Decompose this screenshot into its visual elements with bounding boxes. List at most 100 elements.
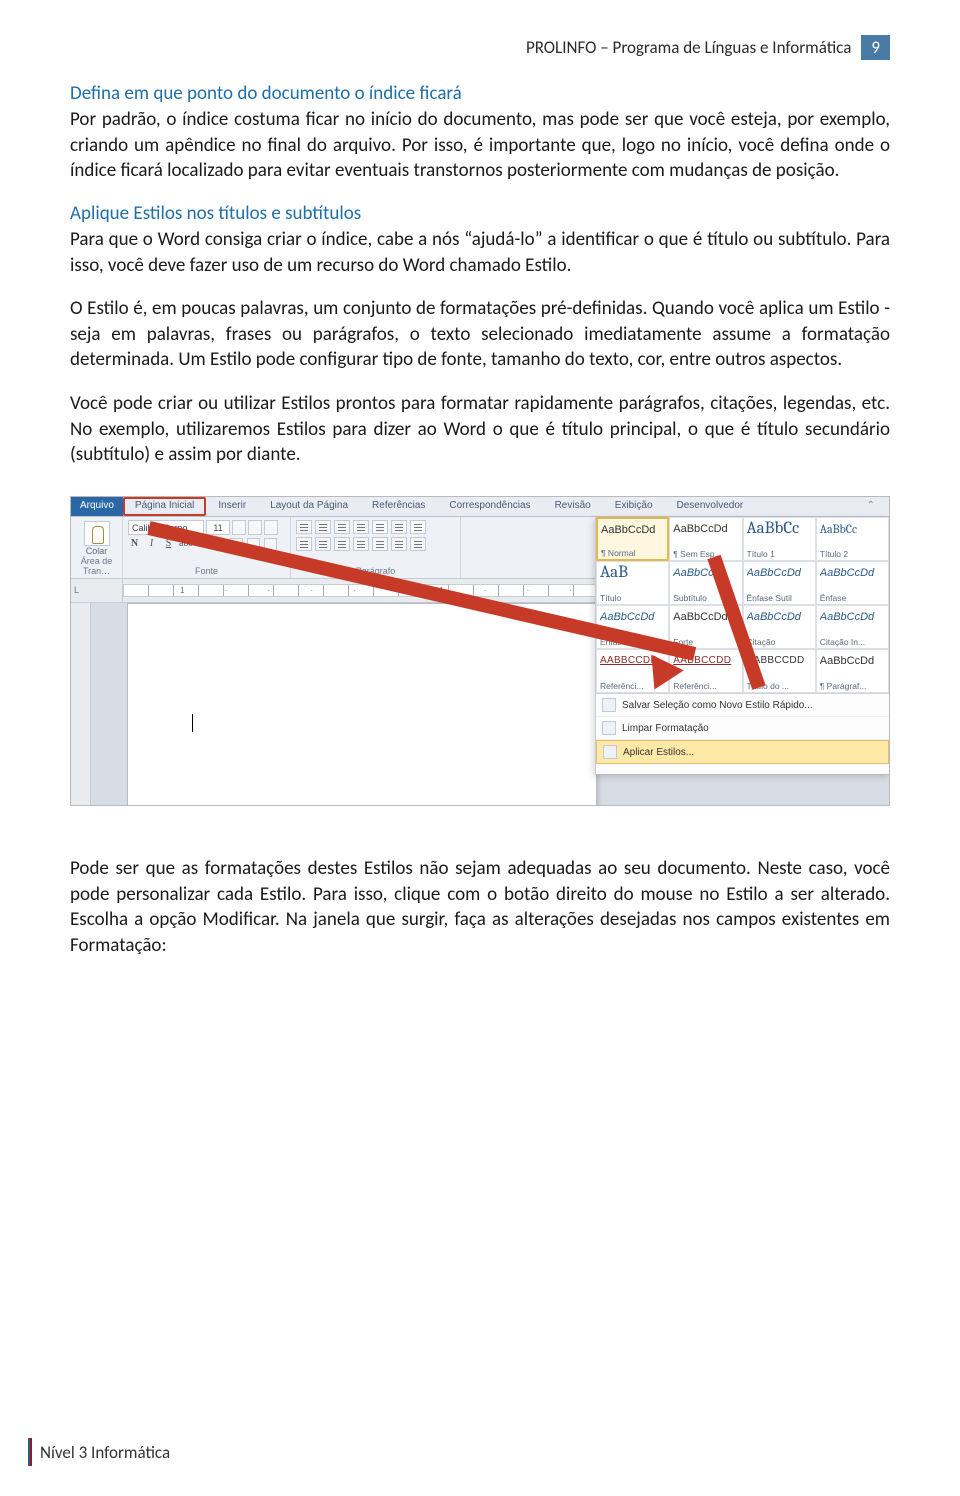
section-2-p1: Para que o Word consiga criar o índice, … — [70, 227, 890, 278]
menu-save-selection-label: Salvar Seleção como Novo Estilo Rápido..… — [622, 700, 813, 711]
tab-review[interactable]: Revisão — [543, 497, 603, 516]
style-preview: AaBbCcDd — [747, 564, 812, 582]
tab-view[interactable]: Exibição — [603, 497, 665, 516]
group-clipboard-label: Área de Tran… — [76, 556, 117, 578]
style-preview: AaBbCcDd — [673, 608, 738, 626]
style-cell[interactable]: AaBbCcDd¶ Parágraf... — [816, 649, 889, 693]
section-heading-1: Defina em que ponto do documento o índic… — [70, 82, 890, 105]
text-effects-icon[interactable] — [230, 538, 243, 553]
style-label: Referênci... — [673, 681, 738, 691]
style-cell[interactable]: AaBbCcDd Ênfase Sutil — [743, 561, 816, 605]
tab-mailings[interactable]: Correspondências — [437, 497, 542, 516]
tab-home[interactable]: Página Inicial — [123, 497, 206, 516]
strike-button[interactable]: abe — [179, 538, 192, 553]
justify-icon[interactable] — [353, 537, 369, 551]
align-left-icon[interactable] — [296, 537, 312, 551]
style-cell[interactable]: AaBbCcDd Ênfase Int... — [596, 605, 669, 649]
menu-apply-styles[interactable]: Aplicar Estilos... — [596, 740, 889, 764]
style-cell[interactable]: AABBCCDD Título do ... — [743, 649, 816, 693]
style-label: ¶ Parágraf... — [820, 681, 885, 691]
style-cell[interactable]: AaBbCcDd¶ Sem Esp... — [669, 517, 742, 561]
style-preview: AaBbCcDd — [600, 608, 665, 626]
save-style-icon — [602, 698, 616, 712]
menu-save-selection[interactable]: Salvar Seleção como Novo Estilo Rápido..… — [596, 694, 889, 717]
style-label: Ênfase — [820, 593, 885, 603]
page-number: 9 — [861, 35, 890, 60]
font-name-combo[interactable]: Calibri (Corpo — [128, 520, 204, 535]
align-center-icon[interactable] — [315, 537, 331, 551]
change-case-icon[interactable] — [264, 520, 278, 535]
clear-format-icon — [602, 721, 616, 735]
shading-icon[interactable] — [391, 537, 407, 551]
font-size-combo[interactable]: 11 — [206, 520, 230, 535]
subscript-button[interactable]: x₂ — [196, 538, 209, 553]
style-cell[interactable]: AaBbCc.Subtítulo — [669, 561, 742, 605]
footer-accent-bar — [28, 1438, 32, 1466]
style-preview: AABBCCDD — [673, 652, 738, 670]
vertical-ruler[interactable] — [71, 603, 91, 806]
style-cell[interactable]: AABBCCDD Referênci... — [669, 649, 742, 693]
header-title: PROLINFO – Programa de Línguas e Informá… — [526, 35, 857, 60]
text-cursor — [192, 714, 193, 732]
tab-layout[interactable]: Layout da Página — [258, 497, 360, 516]
style-preview: AaBbCc — [747, 520, 812, 538]
shrink-font-icon[interactable] — [248, 520, 262, 535]
style-cell[interactable]: AaBbCcDdCitação — [743, 605, 816, 649]
style-label: Subtítulo — [673, 593, 738, 603]
style-cell[interactable]: AaBbCcDd¶ Normal — [596, 517, 669, 561]
style-preview: AABBCCDD — [747, 652, 812, 670]
paste-label: Colar — [76, 546, 117, 556]
menu-apply-styles-label: Aplicar Estilos... — [623, 747, 694, 758]
bold-button[interactable]: N — [128, 538, 141, 553]
borders-icon[interactable] — [410, 537, 426, 551]
section-2-p3: Você pode criar ou utilizar Estilos pron… — [70, 391, 890, 468]
style-cell[interactable]: AaBbCcDdForte — [669, 605, 742, 649]
tab-file[interactable]: Arquivo — [71, 497, 123, 516]
style-cell[interactable]: AaBbCc Título 1 — [743, 517, 816, 561]
style-cell[interactable]: AABBCCDDReferênci... — [596, 649, 669, 693]
align-right-icon[interactable] — [334, 537, 350, 551]
style-label: Ênfase Sutil — [747, 593, 812, 603]
numbering-icon[interactable] — [315, 520, 331, 534]
group-font-label: Fonte — [128, 566, 285, 578]
style-label: Ênfase Int... — [600, 637, 665, 647]
underline-button[interactable]: S — [162, 538, 175, 553]
styles-gallery-menu: Salvar Seleção como Novo Estilo Rápido..… — [596, 693, 889, 764]
line-spacing-icon[interactable] — [372, 537, 388, 551]
style-preview: AaBbCcDd — [673, 520, 738, 538]
grow-font-icon[interactable] — [232, 520, 246, 535]
paste-icon[interactable] — [84, 521, 110, 546]
italic-button[interactable]: I — [145, 538, 158, 553]
styles-gallery-panel: AaBbCcDd¶ NormalAaBbCcDd¶ Sem Esp...AaBb… — [595, 517, 889, 775]
style-cell[interactable]: AaBbCcDdÊnfase — [816, 561, 889, 605]
tab-references[interactable]: Referências — [360, 497, 437, 516]
multilevel-icon[interactable] — [334, 520, 350, 534]
show-marks-icon[interactable] — [410, 520, 426, 534]
style-preview: AaBbCcDd — [601, 521, 664, 539]
increase-indent-icon[interactable] — [372, 520, 388, 534]
superscript-button[interactable]: x² — [213, 538, 226, 553]
style-cell[interactable]: AaBbCcDdCitação In... — [816, 605, 889, 649]
sort-icon[interactable] — [391, 520, 407, 534]
group-clipboard: Colar Área de Tran… — [71, 517, 123, 578]
style-label: Título do ... — [747, 681, 812, 691]
document-page[interactable] — [127, 603, 597, 806]
style-preview: AABBCCDD — [600, 652, 665, 670]
style-label: Título 1 — [747, 549, 812, 559]
style-preview: AaB — [600, 564, 665, 582]
style-cell[interactable]: AaBTítulo — [596, 561, 669, 605]
decrease-indent-icon[interactable] — [353, 520, 369, 534]
font-color-icon[interactable] — [264, 538, 277, 553]
style-label: Título 2 — [820, 549, 885, 559]
ribbon-tabs: Arquivo Página Inicial Inserir Layout da… — [71, 497, 889, 517]
highlight-icon[interactable] — [247, 538, 260, 553]
ribbon-collapse-icon[interactable]: ⌃ — [861, 497, 889, 516]
menu-clear-formatting[interactable]: Limpar Formatação — [596, 717, 889, 740]
tab-insert[interactable]: Inserir — [206, 497, 258, 516]
style-preview: AaBbCcDd — [820, 608, 885, 626]
section-2-p2: O Estilo é, em poucas palavras, um conju… — [70, 296, 890, 373]
group-font: Calibri (Corpo 11 N I S abe x₂ x² — [123, 517, 291, 578]
tab-developer[interactable]: Desenvolvedor — [665, 497, 756, 516]
bullets-icon[interactable] — [296, 520, 312, 534]
style-cell[interactable]: AaBbCcTítulo 2 — [816, 517, 889, 561]
